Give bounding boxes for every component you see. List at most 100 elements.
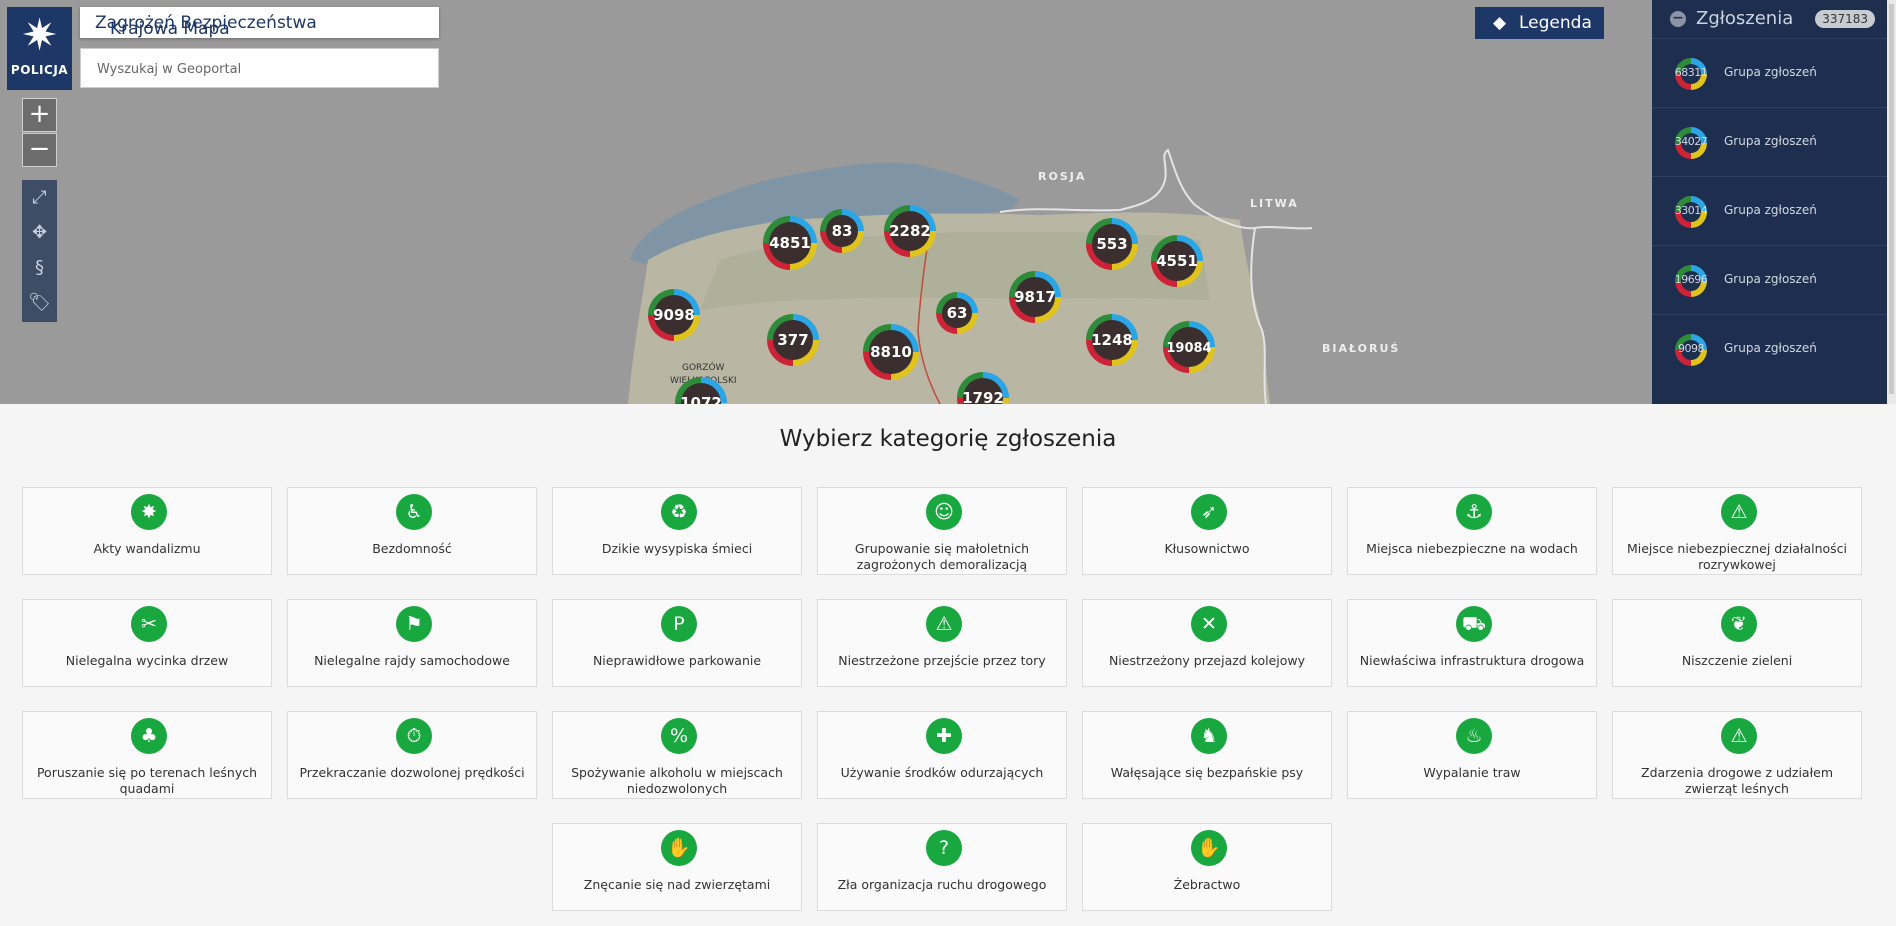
collapse-icon[interactable]: − <box>1670 11 1686 27</box>
map-cluster[interactable]: 4551 <box>1151 235 1203 287</box>
homeless-icon: ♿ <box>396 494 432 530</box>
layers-icon: ◆ <box>1493 13 1507 33</box>
category-label: Niestrzeżony przejazd kolejowy <box>1108 653 1306 668</box>
category-card[interactable]: ♨ Wypalanie traw <box>1347 711 1597 799</box>
category-label: Niestrzeżone przejście przez tory <box>838 653 1046 668</box>
paragraph-icon[interactable]: § <box>22 250 57 285</box>
category-card[interactable]: ♻ Dzikie wysypiska śmieci <box>552 487 802 575</box>
category-card[interactable]: ✚ Używanie środków odurzających <box>817 711 1067 799</box>
zoom-out-button[interactable]: − <box>22 133 57 167</box>
road-infrastructure-icon: ⛟ <box>1456 606 1492 642</box>
panel-title: Wybierz kategorię zgłoszenia <box>779 426 1117 452</box>
sidebar-group-item[interactable]: 9098 Grupa zgłoszeń <box>1652 314 1887 383</box>
speeding-icon: ⏱ <box>396 718 432 754</box>
cluster-count: 1248 <box>1091 331 1133 349</box>
group-label: Grupa zgłoszeń <box>1724 65 1817 79</box>
map-cluster[interactable]: 9817 <box>1009 271 1061 323</box>
sidebar-group-item[interactable]: 19696 Grupa zgłoszeń <box>1652 245 1887 314</box>
category-card[interactable]: ☺ Grupowanie się małoletnich zagrożonych … <box>817 487 1067 575</box>
trash-icon: ♻ <box>661 494 697 530</box>
scrollbar-thumb[interactable] <box>1889 4 1894 394</box>
poaching-icon: ➶ <box>1191 494 1227 530</box>
category-card[interactable]: ⏱ Przekraczanie dozwolonej prędkości <box>287 711 537 799</box>
category-card[interactable]: ✂ Nielegalna wycinka drzew <box>22 599 272 687</box>
map-cluster[interactable]: 2282 <box>884 205 936 257</box>
greenery-damage-icon: ❦ <box>1721 606 1757 642</box>
map-cluster[interactable]: 63 <box>936 292 978 334</box>
category-label: Poruszanie się po terenach leśnych quada… <box>36 765 258 796</box>
category-label: Używanie środków odurzających <box>840 765 1044 780</box>
logo-text: POLICJA <box>10 63 69 77</box>
category-label: Znęcanie się nad zwierzętami <box>583 877 771 892</box>
group-count: 68311 <box>1674 66 1708 79</box>
category-card[interactable]: % Spożywanie alkoholu w miejscach niedozw… <box>552 711 802 799</box>
begging-icon: ✋ <box>1191 830 1227 866</box>
cluster-count: 63 <box>947 304 968 322</box>
category-card[interactable]: ✸ Akty wandalizmu <box>22 487 272 575</box>
reports-sidebar: − Zgłoszenia 337183 68311 Grupa zgłoszeń… <box>1652 0 1887 404</box>
map-cluster[interactable]: 83 <box>820 209 864 253</box>
cluster-count: 553 <box>1096 235 1127 253</box>
category-label: Grupowanie się małoletnich zagrożonych d… <box>854 541 1030 572</box>
sidebar-group-item[interactable]: 68311 Grupa zgłoszeń <box>1652 38 1887 107</box>
category-card[interactable]: ♣ Poruszanie się po terenach leśnych quad… <box>22 711 272 799</box>
group-count: 9098 <box>1678 342 1705 355</box>
category-label: Zdarzenia drogowe z udziałem zwierząt le… <box>1641 765 1833 796</box>
map-cluster[interactable]: 19084 <box>1163 321 1215 373</box>
map-cluster[interactable]: 553 <box>1086 218 1138 270</box>
category-label: Miejsca niebezpieczne na wodach <box>1366 541 1578 556</box>
car-race-icon: ⚑ <box>396 606 432 642</box>
category-card[interactable]: ❦ Niszczenie zieleni <box>1612 599 1862 687</box>
group-count: 34027 <box>1674 135 1708 148</box>
category-card[interactable]: ➶ Kłusownictwo <box>1082 487 1332 575</box>
page-scrollbar[interactable] <box>1887 0 1896 404</box>
map-cluster[interactable]: 4851 <box>763 216 817 270</box>
category-card[interactable]: ⚠ Miejsce niebezpiecznej działalności roz… <box>1612 487 1862 575</box>
app-title: Krajowa Mapa Zagrożeń Bezpieczeństwa <box>80 7 439 39</box>
locate-icon[interactable]: ✥ <box>22 215 57 250</box>
category-card[interactable]: ✋ Znęcanie się nad zwierzętami <box>552 823 802 911</box>
grass-burning-icon: ♨ <box>1456 718 1492 754</box>
category-panel: Wybierz kategorię zgłoszenia ✸ Akty wanda… <box>0 404 1896 926</box>
cluster-count: 9817 <box>1014 288 1056 306</box>
category-label: Nieprawidłowe parkowanie <box>592 653 762 668</box>
category-card[interactable]: ⚑ Nielegalne rajdy samochodowe <box>287 599 537 687</box>
map-area[interactable]: ROSJA LITWA BIAŁORUŚ GORZÓW WIELKOPOLSKI… <box>0 0 1896 404</box>
cluster-count: 4851 <box>769 234 811 252</box>
category-card[interactable]: ✕ Niestrzeżony przejazd kolejowy <box>1082 599 1332 687</box>
sidebar-group-item[interactable]: 33014 Grupa zgłoszeń <box>1652 176 1887 245</box>
zoom-in-button[interactable]: + <box>22 98 57 132</box>
category-label: Zła organizacja ruchu drogowego <box>837 877 1047 892</box>
cluster-count: 1072 <box>680 394 722 404</box>
parking-icon: P <box>661 606 697 642</box>
sidebar-title: Zgłoszenia <box>1696 8 1794 29</box>
map-cluster[interactable]: 9098 <box>648 289 700 341</box>
police-star-icon: ✷ <box>21 10 58 61</box>
map-cluster[interactable]: 1248 <box>1086 314 1138 366</box>
sidebar-header: − Zgłoszenia 337183 <box>1652 0 1887 38</box>
search-box[interactable] <box>80 48 439 89</box>
category-card[interactable]: ♿ Bezdomność <box>287 487 537 575</box>
category-card[interactable]: ⚠ Niestrzeżone przejście przez tory <box>817 599 1067 687</box>
map-label-bialorus: BIAŁORUŚ <box>1322 342 1400 355</box>
police-logo[interactable]: ✷ POLICJA <box>7 7 72 90</box>
category-card[interactable]: ⚓ Miejsca niebezpieczne na wodach <box>1347 487 1597 575</box>
category-label: Niszczenie zieleni <box>1681 653 1793 668</box>
category-label: Akty wandalizmu <box>93 541 201 556</box>
map-cluster[interactable]: 8810 <box>863 324 919 380</box>
category-card[interactable]: P Nieprawidłowe parkowanie <box>552 599 802 687</box>
map-cluster[interactable]: 377 <box>767 314 819 366</box>
fullscreen-icon[interactable]: ⤢ <box>22 180 57 215</box>
sidebar-group-item[interactable]: 34027 Grupa zgłoszeń <box>1652 107 1887 176</box>
map-label-litwa: LITWA <box>1250 197 1299 210</box>
tags-icon[interactable]: 🏷 <box>22 285 57 320</box>
search-input[interactable] <box>95 49 429 89</box>
category-card[interactable]: ⚠ Zdarzenia drogowe z udziałem zwierząt l… <box>1612 711 1862 799</box>
category-card[interactable]: ? Zła organizacja ruchu drogowego <box>817 823 1067 911</box>
category-card[interactable]: ♞ Wałęsające się bezpańskie psy <box>1082 711 1332 799</box>
category-card[interactable]: ✋ Żebractwo <box>1082 823 1332 911</box>
category-card[interactable]: ⛟ Niewłaściwa infrastruktura drogowa <box>1347 599 1597 687</box>
cluster-count: 1792 <box>962 389 1004 404</box>
quad-forest-icon: ♣ <box>131 718 167 754</box>
legend-button[interactable]: ◆ Legenda <box>1475 7 1604 39</box>
